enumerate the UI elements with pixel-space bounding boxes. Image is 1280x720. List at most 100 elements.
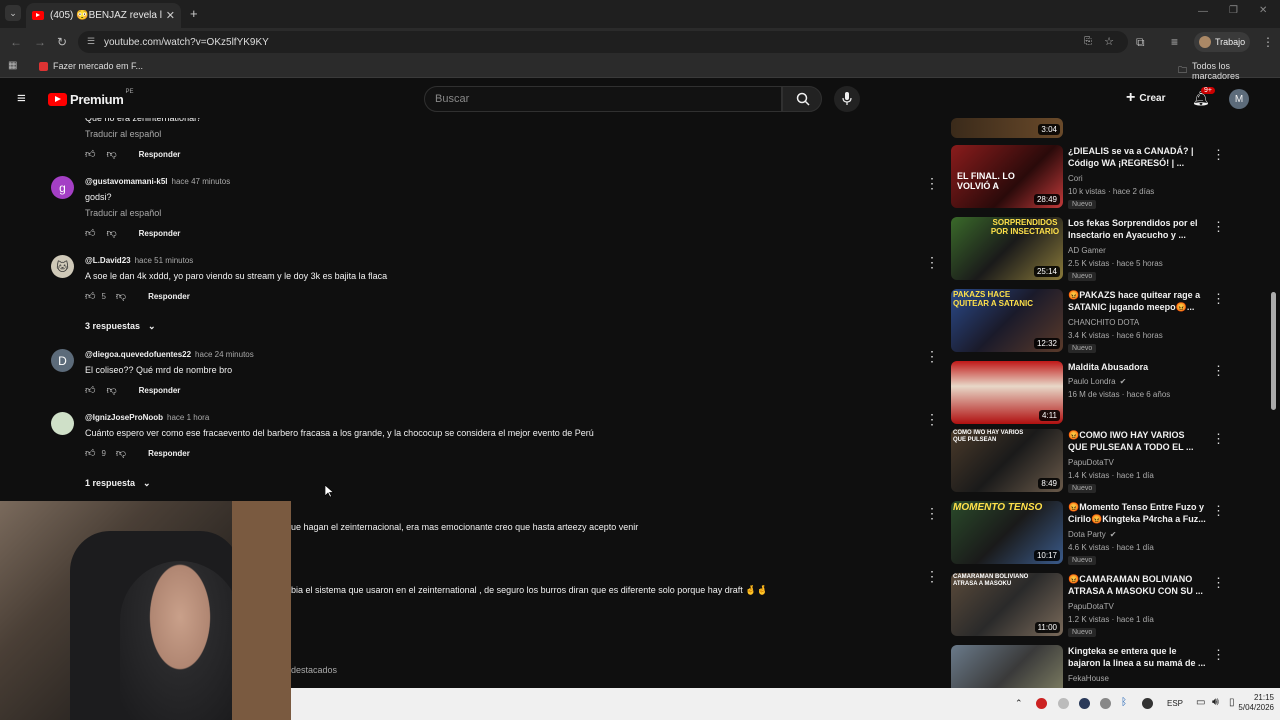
video-menu-icon[interactable]: ⋮	[1212, 363, 1225, 379]
video-thumbnail[interactable]: COMO IWO HAY VARIOS QUE PULSEAN 8:49	[951, 429, 1063, 492]
video-title[interactable]: 😡Momento Tenso Entre Fuzo y Cirilo😡Kingt…	[1068, 501, 1206, 525]
reply-button[interactable]: Responder	[139, 386, 181, 395]
channel-name[interactable]: Paulo Londra ✔	[1068, 377, 1126, 386]
dislike-icon[interactable]: 👎︎	[116, 290, 126, 302]
video-item[interactable]: PAKAZS HACE QUITEAR A SATANIC 12:32 😡PAK…	[951, 289, 1241, 355]
avatar[interactable]: 🐱︎	[51, 255, 74, 278]
comment-menu-icon[interactable]: ⋮	[925, 349, 939, 363]
close-tab-icon[interactable]: ✕	[166, 9, 175, 22]
video-menu-icon[interactable]: ⋮	[1212, 291, 1225, 307]
video-item[interactable]: COMO IWO HAY VARIOS QUE PULSEAN 8:49 😡CO…	[951, 429, 1241, 495]
tab-list-button[interactable]: ⌄	[5, 5, 21, 21]
like-icon[interactable]: 👍︎	[85, 227, 95, 239]
comment-menu-icon[interactable]: ⋮	[925, 506, 939, 520]
video-thumbnail[interactable]: 4:11	[951, 361, 1063, 424]
account-avatar[interactable]: M	[1229, 89, 1249, 109]
video-item[interactable]: CAMARAMAN BOLIVIANO ATRASA A MASOKU 11:0…	[951, 573, 1241, 639]
video-thumbnail[interactable]: PAKAZS HACE QUITEAR A SATANIC 12:32	[951, 289, 1063, 352]
reload-icon[interactable]: ↻	[57, 36, 67, 48]
video-menu-icon[interactable]: ⋮	[1212, 147, 1225, 163]
search-input[interactable]: Buscar	[424, 86, 782, 112]
view-replies-button[interactable]: 3 respuestas ⌄	[85, 321, 156, 332]
video-menu-icon[interactable]: ⋮	[1212, 219, 1225, 235]
volume-icon[interactable]: 🔊︎	[1212, 696, 1219, 709]
url-field[interactable]: ☰ youtube.com/watch?v=OKz5lfYK9KY ⎘ ☆	[78, 31, 1128, 53]
video-item[interactable]: Kingteka se entera que le bajaron la lin…	[951, 645, 1241, 688]
author-handle[interactable]: @L.David23	[85, 256, 131, 265]
like-icon[interactable]: 👍︎	[85, 384, 95, 396]
dislike-icon[interactable]: 👎︎	[106, 148, 116, 160]
channel-name[interactable]: PapuDotaTV	[1068, 602, 1114, 611]
hamburger-menu-icon[interactable]: ≡	[17, 91, 26, 106]
video-title[interactable]: Maldita Abusadora	[1068, 361, 1206, 373]
author-handle[interactable]: @diegoa.quevedofuentes22	[85, 350, 191, 359]
tray-app-icon[interactable]	[1100, 698, 1111, 709]
video-menu-icon[interactable]: ⋮	[1212, 647, 1225, 663]
channel-name[interactable]: AD Gamer	[1068, 246, 1106, 255]
tray-app-icon[interactable]	[1036, 698, 1047, 709]
video-thumbnail[interactable]: CAMARAMAN BOLIVIANO ATRASA A MASOKU 11:0…	[951, 573, 1063, 636]
bluetooth-icon[interactable]: ᛒ	[1121, 697, 1127, 708]
video-thumbnail[interactable]: EL FINAL. LO VOLVIÓ A 28:49	[951, 145, 1063, 208]
maximize-button[interactable]: ❐	[1229, 5, 1238, 16]
create-button[interactable]: + Crear	[1126, 90, 1165, 106]
bookmark-star-icon[interactable]: ☆	[1104, 35, 1114, 48]
video-title[interactable]: 😡CAMARAMAN BOLIVIANO ATRASA A MASOKU CON…	[1068, 573, 1206, 597]
forward-icon[interactable]: →	[34, 36, 46, 48]
search-button[interactable]	[782, 86, 822, 112]
avatar[interactable]: g	[51, 176, 74, 199]
comment-time[interactable]: hace 1 hora	[167, 413, 209, 422]
translate-link[interactable]: Traducir al español	[85, 208, 161, 218]
comment-time[interactable]: hace 51 minutos	[135, 256, 194, 265]
profile-button[interactable]: Trabajo	[1194, 32, 1250, 52]
video-item[interactable]: 3:04	[951, 118, 1241, 138]
comment-time[interactable]: hace 24 minutos	[195, 350, 254, 359]
all-bookmarks-button[interactable]: 🗀 Todos los marcadores	[1178, 61, 1280, 81]
site-info-icon[interactable]: ☰	[87, 36, 95, 47]
media-control-icon[interactable]: ≡	[1171, 36, 1178, 48]
comment-author[interactable]: @L.David23 hace 51 minutos	[85, 256, 193, 265]
tray-app-icon[interactable]	[1142, 698, 1153, 709]
dislike-icon[interactable]: 👎︎	[106, 227, 116, 239]
video-menu-icon[interactable]: ⋮	[1212, 575, 1225, 591]
network-icon[interactable]: ▭	[1196, 697, 1205, 708]
new-tab-button[interactable]: +	[190, 6, 198, 21]
video-title[interactable]: ¿DIEALIS se va a CANADÁ? | Código WA ¡RE…	[1068, 145, 1206, 169]
minimize-button[interactable]: —	[1198, 6, 1208, 17]
notifications-button[interactable]: 🔔︎ 9+	[1192, 87, 1215, 108]
page-scrollbar[interactable]	[1271, 292, 1276, 410]
comment-menu-icon[interactable]: ⋮	[925, 569, 939, 583]
video-item[interactable]: SORPRENDIDOS POR INSECTARIO 25:14 Los fe…	[951, 217, 1241, 283]
tray-app-icon[interactable]	[1058, 698, 1069, 709]
channel-name[interactable]: Cori	[1068, 174, 1083, 183]
comment-menu-icon[interactable]: ⋮	[925, 255, 939, 269]
video-item[interactable]: 4:11 Maldita Abusadora Paulo Londra ✔ 16 …	[951, 361, 1241, 427]
back-icon[interactable]: ←	[10, 36, 22, 48]
avatar[interactable]	[51, 412, 74, 435]
video-title[interactable]: 😡PAKAZS hace quitear rage a SATANIC juga…	[1068, 289, 1206, 313]
video-menu-icon[interactable]: ⋮	[1212, 431, 1225, 447]
comment-author[interactable]: @diegoa.quevedofuentes22 hace 24 minutos	[85, 350, 254, 359]
youtube-logo[interactable]: Premium PE	[48, 89, 134, 107]
extensions-icon[interactable]: ⧉	[1136, 36, 1145, 48]
browser-menu-icon[interactable]: ⋮	[1262, 36, 1274, 48]
comment-author[interactable]: @gustavomamani-k5l hace 47 minutos	[85, 177, 230, 186]
channel-name[interactable]: FekaHouse	[1068, 674, 1109, 683]
avatar[interactable]: D	[51, 349, 74, 372]
comment-menu-icon[interactable]: ⋮	[925, 176, 939, 190]
reply-button[interactable]: Responder	[139, 150, 181, 159]
channel-name[interactable]: Dota Party ✔	[1068, 530, 1117, 539]
reply-button[interactable]: Responder	[148, 292, 190, 301]
show-hidden-icons-icon[interactable]: ⌃	[1015, 698, 1023, 709]
channel-name[interactable]: CHANCHITO DOTA	[1068, 318, 1139, 327]
video-item[interactable]: EL FINAL. LO VOLVIÓ A 28:49 ¿DIEALIS se …	[951, 145, 1241, 211]
reply-button[interactable]: Responder	[139, 229, 181, 238]
video-menu-icon[interactable]: ⋮	[1212, 503, 1225, 519]
video-thumbnail[interactable]: MOMENTO TENSO 10:17	[951, 501, 1063, 564]
language-indicator[interactable]: ESP	[1167, 699, 1183, 708]
view-replies-button[interactable]: 1 respuesta ⌄	[85, 478, 151, 489]
comment-menu-icon[interactable]: ⋮	[925, 412, 939, 426]
apps-grid-icon[interactable]: ▦	[8, 61, 17, 71]
video-title[interactable]: Los fekas Sorprendidos por el Insectario…	[1068, 217, 1206, 241]
comment-time[interactable]: hace 47 minutos	[172, 177, 231, 186]
